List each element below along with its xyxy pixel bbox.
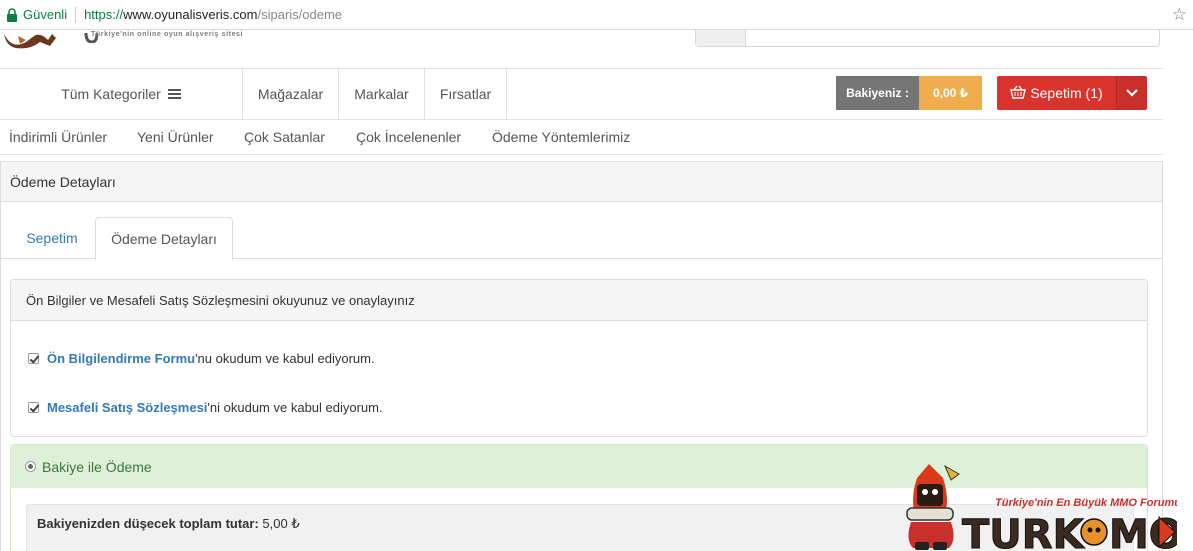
subnav-link-discounted[interactable]: İndirimli Ürünler bbox=[9, 129, 107, 145]
subnav-link-payment-methods[interactable]: Ödeme Yöntemlerimiz bbox=[492, 129, 630, 145]
total-amount-value: 5,00 ₺ bbox=[262, 516, 300, 531]
search-bar[interactable] bbox=[695, 30, 1160, 47]
main-navigation: Tüm Kategoriler Mağazalar Markalar Fırsa… bbox=[0, 68, 1163, 120]
browser-address-bar[interactable]: Güvenli https://www.oyunalisveris.com/si… bbox=[0, 0, 1193, 30]
agreement-contract-row: Mesafeli Satış Sözleşmesi'ni okudum ve k… bbox=[28, 400, 383, 415]
chevron-down-icon bbox=[1126, 89, 1138, 97]
subnav-link-new[interactable]: Yeni Ürünler bbox=[137, 129, 214, 145]
agreement-section: Ön Bilgiler ve Mesafeli Satış Sözleşmesi… bbox=[10, 279, 1148, 437]
cart-button[interactable]: Sepetim (1) bbox=[997, 76, 1116, 110]
cart-button-group: Sepetim (1) bbox=[997, 76, 1147, 110]
bookmark-star-icon[interactable]: ☆ bbox=[1172, 5, 1187, 25]
secondary-navigation: İndirimli Ürünler Yeni Ürünler Çok Satan… bbox=[0, 120, 1163, 155]
hamburger-icon bbox=[167, 87, 181, 101]
panel-title: Ödeme Detayları bbox=[1, 162, 1162, 202]
turkmmo-watermark: Türkiye'nin En Büyük MMO Forumu TURK MO bbox=[887, 462, 1184, 551]
balance-widget[interactable]: Bakiyeniz : 0,00 ₺ bbox=[836, 76, 982, 110]
svg-text:TURK: TURK bbox=[962, 512, 1086, 551]
site-logo[interactable] bbox=[0, 30, 60, 50]
url-separator bbox=[75, 6, 77, 23]
cart-dropdown-toggle[interactable] bbox=[1116, 76, 1147, 110]
agreement-title: Ön Bilgiler ve Mesafeli Satış Sözleşmesi… bbox=[11, 280, 1147, 321]
subnav-link-most-viewed[interactable]: Çok İncelenenler bbox=[356, 129, 461, 145]
total-amount-text: Bakiyenizden düşecek toplam tutar: 5,00 … bbox=[37, 516, 300, 531]
distance-contract-link[interactable]: Mesafeli Satış Sözleşmesi bbox=[47, 400, 207, 415]
nav-link-stores[interactable]: Mağazalar bbox=[243, 69, 339, 119]
subnav-link-bestsellers[interactable]: Çok Satanlar bbox=[244, 129, 325, 145]
agreement-preinfo-row: Ön Bilgilendirme Formu'nu okudum ve kabu… bbox=[28, 351, 375, 366]
tab-cart[interactable]: Sepetim bbox=[11, 217, 93, 259]
turkmmo-logo: TURK MO bbox=[962, 512, 1184, 551]
preinfo-checkbox[interactable] bbox=[28, 353, 39, 364]
balance-payment-radio[interactable] bbox=[25, 461, 36, 472]
url-text[interactable]: https://www.oyunalisveris.com/siparis/od… bbox=[84, 7, 342, 22]
basket-icon bbox=[1010, 85, 1027, 102]
checkout-tabs: Sepetim Ödeme Detayları bbox=[1, 217, 1162, 260]
contract-checkbox[interactable] bbox=[28, 402, 39, 413]
preinfo-form-link[interactable]: Ön Bilgilendirme Formu bbox=[47, 351, 195, 366]
secure-label: Güvenli bbox=[23, 7, 68, 22]
all-categories-button[interactable]: Tüm Kategoriler bbox=[0, 69, 243, 119]
balance-label: Bakiyeniz : bbox=[836, 76, 919, 110]
site-tagline: Türkiye'nin online oyun alışveriş sitesi bbox=[91, 31, 244, 38]
balance-value: 0,00 ₺ bbox=[919, 76, 982, 110]
nav-link-deals[interactable]: Fırsatlar bbox=[425, 69, 507, 119]
search-category-select[interactable] bbox=[696, 30, 746, 46]
lock-icon bbox=[6, 7, 18, 22]
mascot-icon bbox=[906, 464, 960, 550]
nav-link-brands[interactable]: Markalar bbox=[339, 69, 425, 119]
tab-payment-details[interactable]: Ödeme Detayları bbox=[95, 217, 233, 260]
svg-text:Türkiye'nin En Büyük MMO Forum: Türkiye'nin En Büyük MMO Forumu bbox=[995, 497, 1177, 509]
